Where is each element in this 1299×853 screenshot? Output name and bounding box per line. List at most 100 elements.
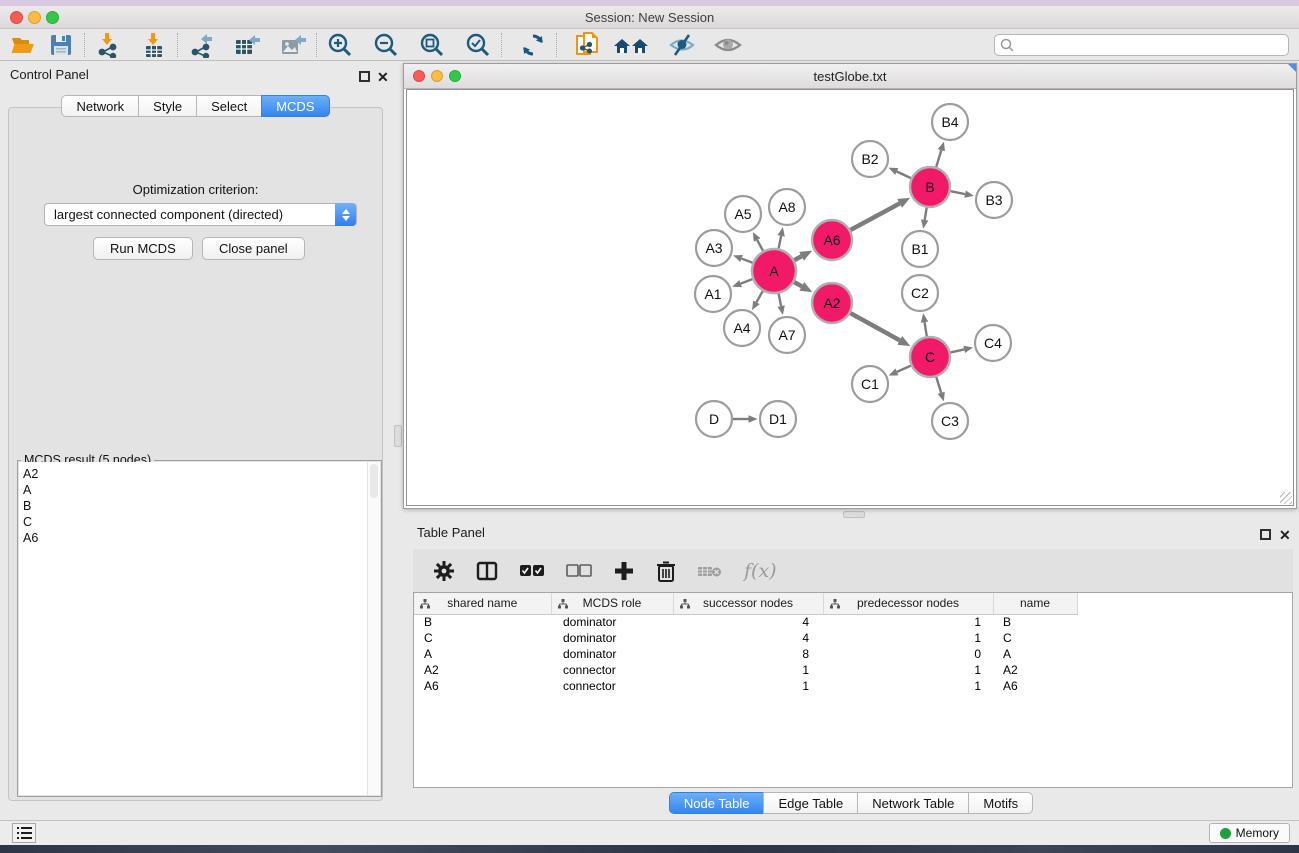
split-table-view-button[interactable] xyxy=(476,556,498,586)
mcds-result-item[interactable]: C xyxy=(23,514,367,530)
graph-edge-C-C4[interactable] xyxy=(950,349,964,352)
vertical-splitter-handle[interactable] xyxy=(394,425,402,447)
dropdown-stepper-icon xyxy=(335,203,356,226)
graph-node-label: C1 xyxy=(861,376,879,392)
tab-select[interactable]: Select xyxy=(196,95,262,117)
memory-button[interactable]: Memory xyxy=(1209,823,1290,843)
zoom-selected-button[interactable] xyxy=(463,31,493,59)
search-input[interactable] xyxy=(994,34,1289,56)
graph-edge-A-A8[interactable] xyxy=(779,236,782,249)
task-history-button[interactable] xyxy=(12,823,36,843)
graph-edge-A6-B[interactable] xyxy=(850,203,899,230)
mcds-result-scrollbar[interactable] xyxy=(367,462,380,795)
zoom-out-button[interactable] xyxy=(371,31,401,59)
select-all-button[interactable] xyxy=(519,556,545,586)
open-file-icon xyxy=(10,33,36,57)
float-panel-icon[interactable] xyxy=(359,71,370,82)
desktop-wallpaper-bottom xyxy=(0,845,1299,853)
column-header-successor-nodes[interactable]: successor nodes xyxy=(673,593,823,614)
network-graph[interactable]: B4B2BB3A5A8A6B1A3AC2A1A2A4A7C4CC1C3DD1 xyxy=(407,90,1295,507)
tab-style[interactable]: Style xyxy=(138,95,197,117)
table-float-panel-icon[interactable] xyxy=(1260,529,1271,540)
table-row[interactable]: Adominator80A xyxy=(414,646,1077,662)
mcds-result-item[interactable]: A6 xyxy=(23,530,367,546)
mcds-result-item[interactable]: B xyxy=(23,498,367,514)
search-icon xyxy=(1000,38,1014,52)
table-row[interactable]: Bdominator41B xyxy=(414,614,1077,630)
close-panel-icon[interactable]: ✕ xyxy=(377,69,389,87)
table-settings-button[interactable] xyxy=(433,556,455,586)
graph-node-label: A xyxy=(769,263,779,279)
table-toolbar: f(x) xyxy=(413,549,1293,592)
graph-edge-B-B3[interactable] xyxy=(951,191,966,194)
app-titlebar: Session: New Session xyxy=(0,6,1299,29)
create-column-button[interactable] xyxy=(613,556,635,586)
export-image-button[interactable] xyxy=(278,31,308,59)
column-header-shared-name[interactable]: shared name xyxy=(414,593,551,614)
graph-edge-arrowhead xyxy=(938,392,945,402)
hide-graphics-button[interactable] xyxy=(667,31,697,59)
zoom-in-button[interactable] xyxy=(325,31,355,59)
import-table-button[interactable] xyxy=(139,31,169,59)
resize-grip-icon[interactable] xyxy=(1280,492,1292,504)
graph-edge-C-C2[interactable] xyxy=(925,322,927,336)
table-row[interactable]: Cdominator41C xyxy=(414,630,1077,646)
graph-edge-A-A1[interactable] xyxy=(741,279,753,283)
close-panel-button[interactable]: Close panel xyxy=(202,237,305,260)
zoom-fit-button[interactable] xyxy=(417,31,447,59)
horizontal-splitter-handle[interactable] xyxy=(843,511,865,518)
network-canvas-area[interactable]: B4B2BB3A5A8A6B1A3AC2A1A2A4A7C4CC1C3DD1 xyxy=(406,89,1294,506)
criterion-dropdown[interactable]: largest connected component (directed) xyxy=(44,203,357,226)
graph-node-label: A5 xyxy=(734,206,751,222)
graph-edge-A-A4[interactable] xyxy=(756,291,762,302)
network-view-window: testGlobe.txt B4B2BB3A5A8A6B1A3AC2A1A2A4… xyxy=(403,63,1297,509)
table-cell: A xyxy=(414,646,551,662)
graph-edge-B-B2[interactable] xyxy=(897,171,911,178)
open-file-button[interactable] xyxy=(8,31,38,59)
table-row[interactable]: A6connector11A6 xyxy=(414,678,1077,694)
tab-motifs[interactable]: Motifs xyxy=(968,792,1033,814)
tab-network[interactable]: Network xyxy=(61,95,139,117)
graph-edge-A-A7[interactable] xyxy=(779,294,782,307)
import-network-button[interactable] xyxy=(93,31,123,59)
column-header-name[interactable]: name xyxy=(993,593,1077,614)
status-bar: Memory xyxy=(0,820,1299,845)
export-table-button[interactable] xyxy=(232,31,262,59)
graph-edge-C-C3[interactable] xyxy=(936,377,941,393)
optimization-criterion-label: Optimization criterion: xyxy=(9,182,382,197)
export-network-button[interactable] xyxy=(186,31,216,59)
graph-edge-A-A3[interactable] xyxy=(742,259,753,263)
graph-edge-A2-C[interactable] xyxy=(850,313,899,340)
save-session-button[interactable] xyxy=(46,31,76,59)
tab-mcds[interactable]: MCDS xyxy=(261,95,329,117)
graph-edge-A-A2[interactable] xyxy=(794,282,802,286)
column-header-mcds-role[interactable]: MCDS role xyxy=(551,593,673,614)
mcds-result-item[interactable]: A xyxy=(23,482,367,498)
table-cell: B xyxy=(993,614,1077,630)
graph-edge-arrowhead xyxy=(732,280,742,287)
tab-node-table[interactable]: Node Table xyxy=(669,792,765,814)
graph-edge-B-B4[interactable] xyxy=(936,150,941,167)
birds-eye-view-button[interactable] xyxy=(713,31,743,59)
column-header-predecessor-nodes[interactable]: predecessor nodes xyxy=(823,593,993,614)
memory-status-icon xyxy=(1220,828,1231,839)
mcds-result-list[interactable]: A2ABCA6 xyxy=(19,462,367,795)
table-row[interactable]: A2connector11A2 xyxy=(414,662,1077,678)
deselect-all-button[interactable] xyxy=(566,556,592,586)
home-button[interactable] xyxy=(611,31,651,59)
eye-icon xyxy=(713,32,743,58)
table-close-panel-icon[interactable]: ✕ xyxy=(1279,527,1291,545)
run-mcds-button[interactable]: Run MCDS xyxy=(93,237,193,260)
refresh-icon xyxy=(520,32,546,58)
duplicate-network-button[interactable] xyxy=(573,31,603,59)
tab-network-table[interactable]: Network Table xyxy=(857,792,969,814)
mcds-result-item[interactable]: A2 xyxy=(23,466,367,482)
table-cell: B xyxy=(414,614,551,630)
graph-edge-B-B1[interactable] xyxy=(925,208,927,220)
refresh-button[interactable] xyxy=(518,31,548,59)
tab-edge-table[interactable]: Edge Table xyxy=(763,792,858,814)
graph-edge-A-A5[interactable] xyxy=(757,240,763,251)
graph-edge-C-C1[interactable] xyxy=(897,366,911,372)
delete-column-button[interactable] xyxy=(656,556,676,586)
graph-edge-A-A6[interactable] xyxy=(794,256,801,260)
